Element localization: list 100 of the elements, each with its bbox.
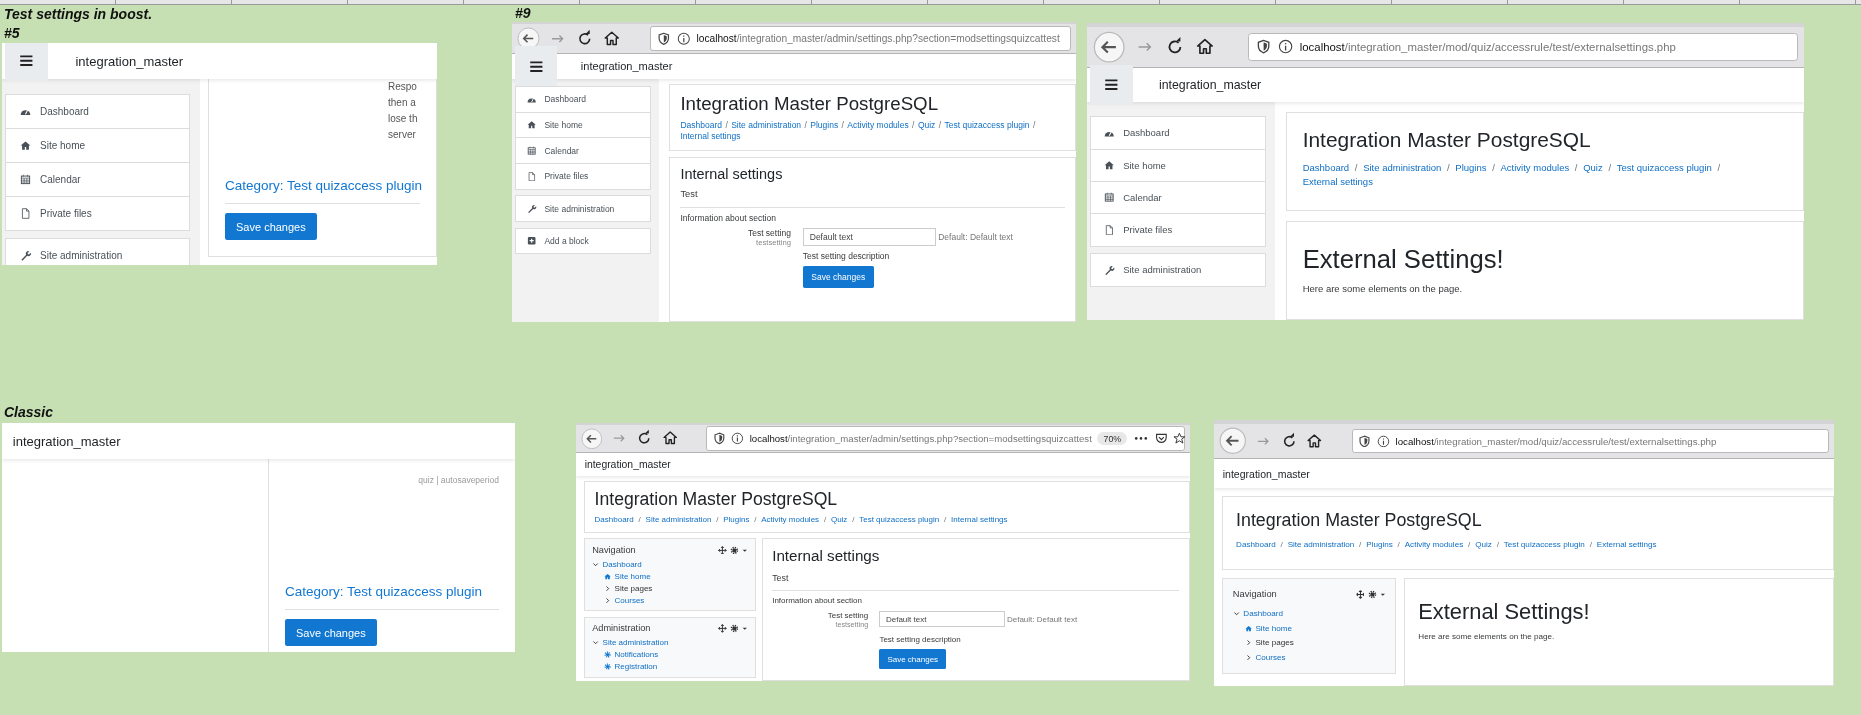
- tree-item[interactable]: Notifications: [614, 650, 659, 659]
- back-button[interactable]: [1218, 427, 1247, 455]
- address-bar[interactable]: localhost/integration_master/mod/quiz/accessrule/test/externalsettings.php: [1351, 428, 1830, 454]
- save-button[interactable]: Save changes: [879, 649, 947, 670]
- nav-item[interactable]: Private files: [514, 162, 651, 190]
- nav-item[interactable]: Dashboard: [1089, 116, 1266, 150]
- save-button[interactable]: Save changes: [285, 619, 377, 647]
- breadcrumb-link[interactable]: Activity modules: [761, 514, 820, 524]
- site-name[interactable]: integration_master: [5, 433, 121, 449]
- tree-item[interactable]: Site pages: [614, 583, 653, 593]
- address-bar[interactable]: localhost/integration_master/admin/settings.php?section=modsettingsquizcattest: [650, 25, 1071, 52]
- chevron-down-icon[interactable]: [1232, 610, 1241, 618]
- breadcrumb-link[interactable]: Dashboard: [680, 119, 722, 130]
- text-input[interactable]: Default text: [879, 610, 1005, 628]
- breadcrumb-link[interactable]: Quiz: [1583, 162, 1603, 174]
- gear-icon[interactable]: [1367, 589, 1377, 599]
- breadcrumb-link[interactable]: Test quizaccess plugin: [944, 119, 1030, 130]
- breadcrumb-link[interactable]: Site administration: [1287, 540, 1355, 550]
- site-title: Integration Master PostgreSQL: [1236, 510, 1483, 532]
- save-button[interactable]: Save changes: [802, 266, 874, 289]
- menu-button[interactable]: [5, 43, 48, 81]
- nav-item[interactable]: Dashboard: [514, 86, 651, 113]
- pocket-icon[interactable]: [1154, 432, 1168, 445]
- site-name[interactable]: integration_master: [67, 53, 184, 69]
- back-button[interactable]: [580, 427, 603, 450]
- nav-item[interactable]: Calendar: [1089, 180, 1266, 215]
- save-button[interactable]: Save changes: [225, 213, 317, 241]
- breadcrumb-link[interactable]: External settings: [1302, 176, 1373, 188]
- breadcrumb-link[interactable]: Plugins: [723, 514, 750, 524]
- nav-item[interactable]: Site administration: [514, 195, 651, 223]
- breadcrumb-link[interactable]: Quiz: [917, 119, 936, 130]
- site-name[interactable]: integration_master: [1216, 467, 1310, 480]
- page-heading: External Settings!: [1418, 598, 1591, 625]
- breadcrumb-link[interactable]: Test quizaccess plugin: [859, 514, 940, 524]
- site-name[interactable]: integration_master: [578, 458, 671, 470]
- site-name[interactable]: integration_master: [574, 60, 673, 73]
- nav-item[interactable]: Dashboard: [5, 94, 190, 129]
- breadcrumb-link[interactable]: Dashboard: [594, 514, 634, 524]
- tree-item[interactable]: Registration: [614, 662, 658, 671]
- tree-item[interactable]: Dashboard: [602, 559, 642, 569]
- breadcrumb-link[interactable]: External settings: [1596, 540, 1657, 550]
- site-name[interactable]: integration_master: [1151, 78, 1262, 92]
- text-input[interactable]: Default text: [802, 228, 936, 247]
- breadcrumb-link[interactable]: Plugins: [1455, 162, 1487, 174]
- breadcrumb-link[interactable]: Site administration: [1363, 162, 1442, 174]
- nav-item[interactable]: Calendar: [5, 162, 190, 197]
- nav-item[interactable]: Private files: [5, 196, 190, 231]
- chevron-down-icon[interactable]: [592, 560, 600, 568]
- nav-item[interactable]: Site home: [5, 128, 190, 163]
- tree-item[interactable]: Courses: [614, 595, 645, 605]
- breadcrumb-link[interactable]: Quiz: [1475, 540, 1492, 550]
- move-icon[interactable]: [1355, 589, 1365, 599]
- nav-item[interactable]: Add a block: [514, 227, 651, 255]
- breadcrumb-link[interactable]: Quiz: [830, 514, 848, 524]
- gear-icon[interactable]: [730, 623, 740, 633]
- menu-icon[interactable]: [19, 54, 34, 68]
- gear-icon[interactable]: [730, 545, 740, 555]
- tree-item[interactable]: Site administration: [602, 638, 669, 647]
- zoom-badge[interactable]: 70%: [1097, 432, 1128, 445]
- breadcrumb-link[interactable]: Test quizaccess plugin: [1616, 162, 1712, 174]
- breadcrumb-link[interactable]: Dashboard: [1302, 162, 1350, 174]
- nav-item[interactable]: Private files: [1089, 213, 1266, 247]
- breadcrumb-link[interactable]: Internal settings: [951, 514, 1008, 524]
- breadcrumb-link[interactable]: Test quizaccess plugin: [1503, 540, 1585, 550]
- menu-button[interactable]: [1089, 65, 1133, 105]
- tree-item[interactable]: Courses: [1255, 653, 1286, 662]
- breadcrumb-link[interactable]: Plugins: [810, 119, 839, 130]
- breadcrumb-link[interactable]: Site administration: [731, 119, 802, 130]
- home-icon: [1244, 624, 1253, 632]
- breadcrumb-link[interactable]: Activity modules: [1500, 162, 1570, 174]
- breadcrumb-link[interactable]: Site administration: [645, 514, 712, 524]
- address-bar[interactable]: localhost/integration_master/admin/settings.php?section=modsettingsquizcattest 70%: [706, 426, 1186, 451]
- chevron-right-icon[interactable]: [1244, 653, 1253, 662]
- tree-item[interactable]: Dashboard: [1243, 609, 1283, 619]
- back-button[interactable]: [1092, 30, 1125, 64]
- tree-item[interactable]: Site home: [614, 571, 651, 581]
- section-heading: Test: [680, 189, 698, 200]
- tree-item[interactable]: Site home: [1255, 623, 1292, 633]
- nav-item[interactable]: Site administration: [1089, 253, 1266, 287]
- menu-button[interactable]: [514, 46, 558, 87]
- breadcrumb-link[interactable]: Activity modules: [1404, 540, 1464, 550]
- star-icon[interactable]: [1172, 432, 1186, 445]
- chevron-right-icon[interactable]: [604, 596, 612, 604]
- nav-item[interactable]: Calendar: [514, 137, 651, 164]
- address-bar[interactable]: localhost/integration_master/mod/quiz/accessrule/test/externalsettings.php: [1248, 32, 1799, 62]
- tree-item[interactable]: Site pages: [1255, 638, 1294, 648]
- move-icon[interactable]: [718, 545, 728, 555]
- breadcrumb-link[interactable]: Dashboard: [1236, 540, 1276, 550]
- nav-item[interactable]: Site home: [1089, 148, 1266, 182]
- chevron-right-icon[interactable]: [604, 584, 612, 592]
- move-icon[interactable]: [718, 623, 728, 633]
- menu-icon[interactable]: [1103, 78, 1119, 92]
- breadcrumb-link[interactable]: Activity modules: [847, 119, 909, 130]
- nav-item[interactable]: Site administration: [5, 238, 190, 265]
- chevron-down-icon[interactable]: [592, 638, 600, 647]
- breadcrumb-link[interactable]: Plugins: [1366, 540, 1393, 550]
- breadcrumb-separator: /: [912, 119, 915, 130]
- menu-icon[interactable]: [528, 59, 544, 73]
- breadcrumb-link[interactable]: Internal settings: [680, 131, 741, 142]
- chevron-right-icon[interactable]: [1244, 639, 1253, 647]
